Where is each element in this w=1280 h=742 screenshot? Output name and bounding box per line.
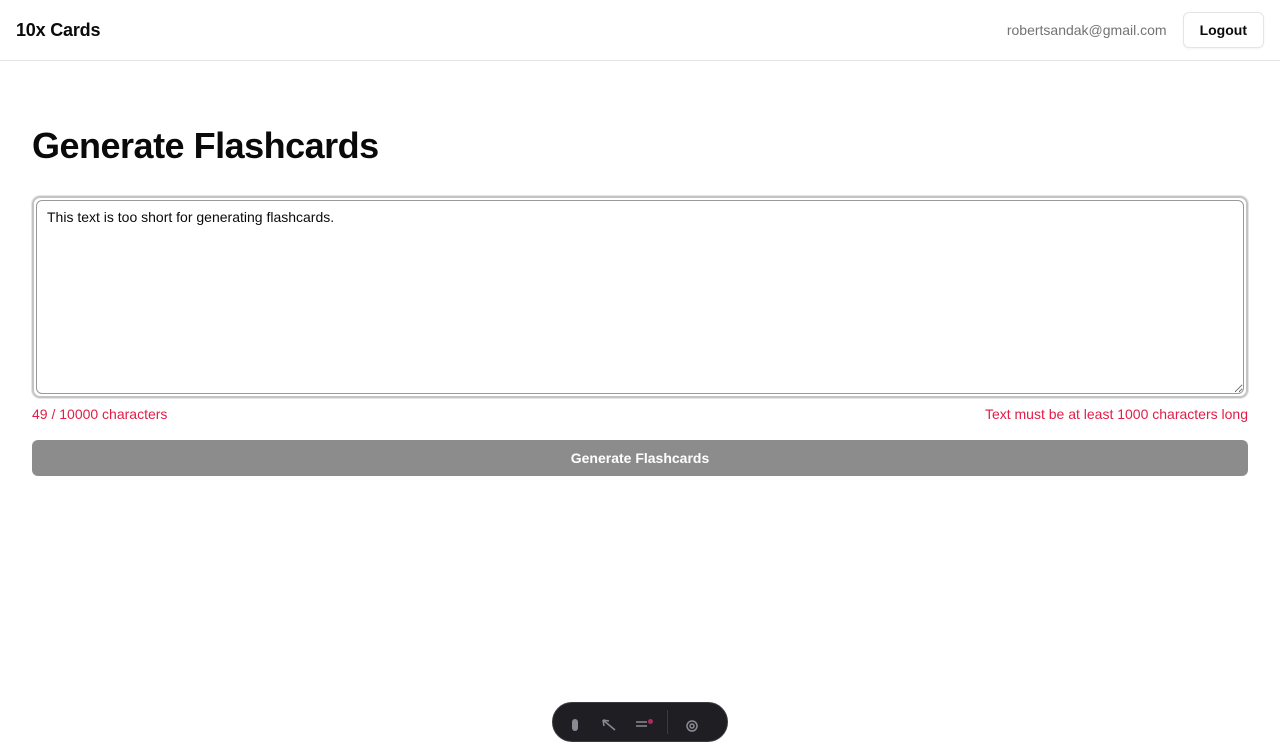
- settings-icon[interactable]: [682, 712, 702, 732]
- page-title: Generate Flashcards: [32, 125, 379, 166]
- menu-icon[interactable]: [565, 712, 585, 732]
- validation-error: Text must be at least 1000 characters lo…: [984, 406, 1248, 422]
- toolbar-divider: [667, 710, 668, 734]
- textarea-focus-ring: This text is too short for generating fl…: [32, 196, 1248, 398]
- main-content: Generate Flashcards This text is too sho…: [32, 120, 1248, 476]
- user-email: robertsandak@gmail.com: [1006, 22, 1167, 38]
- source-text-input[interactable]: This text is too short for generating fl…: [36, 200, 1244, 394]
- inspect-icon[interactable]: [599, 712, 619, 732]
- logout-button[interactable]: Logout: [1182, 12, 1264, 48]
- brand-logo[interactable]: 10x Cards: [16, 20, 100, 41]
- dev-toolbar: [552, 702, 728, 742]
- generate-flashcards-button[interactable]: Generate Flashcards: [32, 440, 1248, 476]
- user-area: robertsandak@gmail.com Logout: [1007, 12, 1264, 48]
- character-counter: 49 / 10000 characters: [32, 406, 168, 422]
- audit-icon[interactable]: [633, 712, 653, 732]
- validation-row: 49 / 10000 characters Text must be at le…: [32, 406, 1248, 422]
- top-navbar: 10x Cards robertsandak@gmail.com Logout: [0, 0, 1280, 61]
